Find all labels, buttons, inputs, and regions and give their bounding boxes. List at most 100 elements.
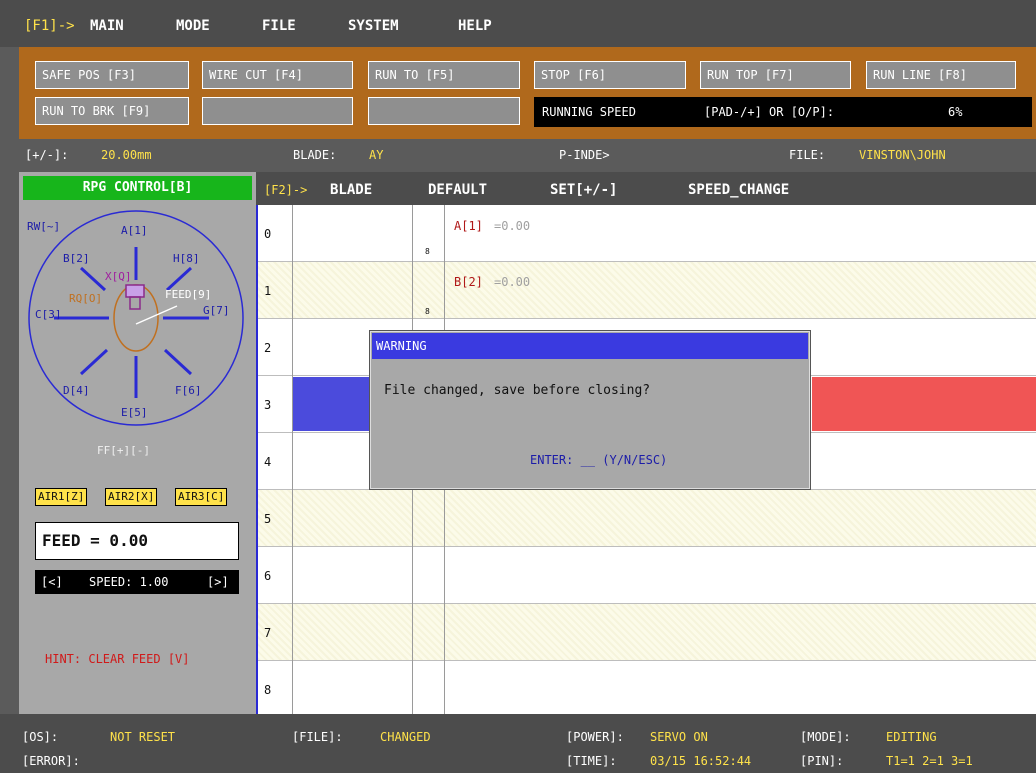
empty-button-2[interactable] [368, 97, 520, 125]
blade-value: AY [369, 148, 384, 162]
cell-name-b: B[2] [454, 275, 483, 289]
x-stem-icon [129, 296, 141, 310]
error-label: [ERROR]: [22, 754, 80, 768]
row-number: 1 [264, 284, 272, 298]
menu-main[interactable]: MAIN [90, 18, 124, 34]
row-number: 3 [264, 398, 272, 412]
empty-button-1[interactable] [202, 97, 353, 125]
speed-value: SPEED: 1.00 [89, 575, 169, 589]
rw-label: RW[~] [27, 220, 61, 233]
run-to-brk-button[interactable]: RUN TO BRK [F9] [35, 97, 189, 125]
g-label: G[7] [203, 304, 230, 317]
warning-dialog: WARNING File changed, save before closin… [369, 330, 811, 490]
pindex-label: P-INDE> [559, 148, 610, 162]
row-number: 7 [264, 626, 272, 640]
pin-value: T1=1 2=1 3=1 [886, 754, 973, 768]
step-label: [+/-]: [25, 148, 69, 162]
speed-control: [<] SPEED: 1.00 [>] [35, 570, 239, 594]
file-status-value: CHANGED [380, 730, 431, 744]
tab-default[interactable]: DEFAULT [428, 182, 487, 198]
os-label: [OS]: [22, 730, 59, 744]
air3-button[interactable]: AIR3[C] [175, 488, 228, 506]
power-value: SERVO ON [650, 730, 708, 744]
running-speed-hint: [PAD-/+] OR [O/P]: [704, 105, 835, 119]
menu-file[interactable]: FILE [262, 18, 296, 34]
file-status-label: [FILE]: [292, 730, 343, 744]
e-label: E[5] [121, 406, 148, 419]
c-label: C[3] [35, 308, 62, 321]
d-label: D[4] [63, 384, 90, 397]
menu-help[interactable]: HELP [458, 18, 492, 34]
grid-row-0[interactable]: 0 [258, 205, 1036, 262]
grid-divider [292, 205, 293, 714]
air1-button[interactable]: AIR1[Z] [35, 488, 88, 506]
rpg-control-header[interactable]: RPG CONTROL[B] [23, 176, 252, 200]
blade-label: BLADE: [293, 148, 337, 162]
h-label: H[8] [173, 252, 200, 265]
air2-button[interactable]: AIR2[X] [105, 488, 158, 506]
pin-label: [PIN]: [800, 754, 844, 768]
tab-speed-change[interactable]: SPEED_CHANGE [688, 182, 789, 198]
wire-cut-button[interactable]: WIRE CUT [F4] [202, 61, 353, 89]
run-top-button[interactable]: RUN TOP [F7] [700, 61, 851, 89]
row-number: 6 [264, 569, 272, 583]
row-marker: 8 [425, 247, 430, 256]
cell-value-b: =0.00 [494, 275, 531, 289]
row-marker: 8 [425, 307, 430, 316]
menu-prefix: [F1]-> [24, 18, 75, 34]
grid-row-7[interactable]: 7 [258, 604, 1036, 661]
file-label: FILE: [789, 148, 826, 162]
dialog-prompt[interactable]: ENTER: __ (Y/N/ESC) [530, 453, 667, 467]
time-label: [TIME]: [566, 754, 617, 768]
tab-set[interactable]: SET[+/-] [550, 182, 617, 198]
rq-label: RQ[O] [69, 292, 103, 305]
command-panel: SAFE POS [F3] WIRE CUT [F4] RUN TO [F5] … [19, 47, 1036, 139]
spoke-f [163, 348, 193, 376]
power-label: [POWER]: [566, 730, 624, 744]
run-line-button[interactable]: RUN LINE [F8] [866, 61, 1016, 89]
menu-bar: [F1]-> MAIN MODE FILE SYSTEM HELP [0, 0, 1036, 47]
ff-label[interactable]: FF[+][-] [97, 444, 150, 457]
grid-row-6[interactable]: 6 [258, 547, 1036, 604]
x-head-icon [125, 284, 145, 298]
speed-increase-button[interactable]: [>] [207, 570, 229, 594]
menu-system[interactable]: SYSTEM [348, 18, 399, 34]
cell-name-a: A[1] [454, 219, 483, 233]
status-row: [+/-]: 20.00mm BLADE: AY P-INDE> FILE: V… [19, 140, 1036, 171]
spoke-d [79, 348, 109, 376]
time-value: 03/15 16:52:44 [650, 754, 752, 768]
safe-pos-button[interactable]: SAFE POS [F3] [35, 61, 189, 89]
tab-blade[interactable]: BLADE [330, 182, 372, 198]
os-value: NOT RESET [110, 730, 176, 744]
feed-label: FEED[9] [165, 288, 212, 301]
f-label: F[6] [175, 384, 202, 397]
x-label: X[Q] [105, 270, 132, 283]
grid-row-5[interactable]: 5 [258, 490, 1036, 547]
row-number: 4 [264, 455, 272, 469]
run-to-button[interactable]: RUN TO [F5] [368, 61, 520, 89]
speed-decrease-button[interactable]: [<] [41, 570, 63, 594]
stop-button[interactable]: STOP [F6] [534, 61, 686, 89]
menu-mode[interactable]: MODE [176, 18, 210, 34]
running-speed-label: RUNNING SPEED [542, 105, 636, 119]
row-number: 5 [264, 512, 272, 526]
tab-prefix: [F2]-> [264, 183, 308, 197]
row-number: 2 [264, 341, 272, 355]
cell-value-a: =0.00 [494, 219, 531, 233]
step-value: 20.00mm [101, 148, 152, 162]
dialog-message: File changed, save before closing? [384, 383, 651, 398]
rpg-panel: RPG CONTROL[B] RW[~] A[1] B[2] H[8] X[Q]… [19, 172, 256, 714]
row-number: 8 [264, 683, 272, 697]
feed-display: FEED = 0.00 [35, 522, 239, 560]
spoke-b [79, 266, 107, 292]
bottom-status-bar: [OS]: NOT RESET [FILE]: CHANGED [POWER]:… [0, 714, 1036, 773]
mode-value: EDITING [886, 730, 937, 744]
a-label: A[1] [121, 224, 148, 237]
row-highlight-red [812, 377, 1036, 431]
file-value: VINSTON\JOHN [859, 148, 946, 162]
grid-row-8[interactable]: 8 [258, 661, 1036, 714]
grid-row-1[interactable]: 1 [258, 262, 1036, 319]
spoke-h [165, 266, 193, 292]
mode-label: [MODE]: [800, 730, 851, 744]
running-speed-box: RUNNING SPEED [PAD-/+] OR [O/P]: 6% [534, 97, 1032, 127]
